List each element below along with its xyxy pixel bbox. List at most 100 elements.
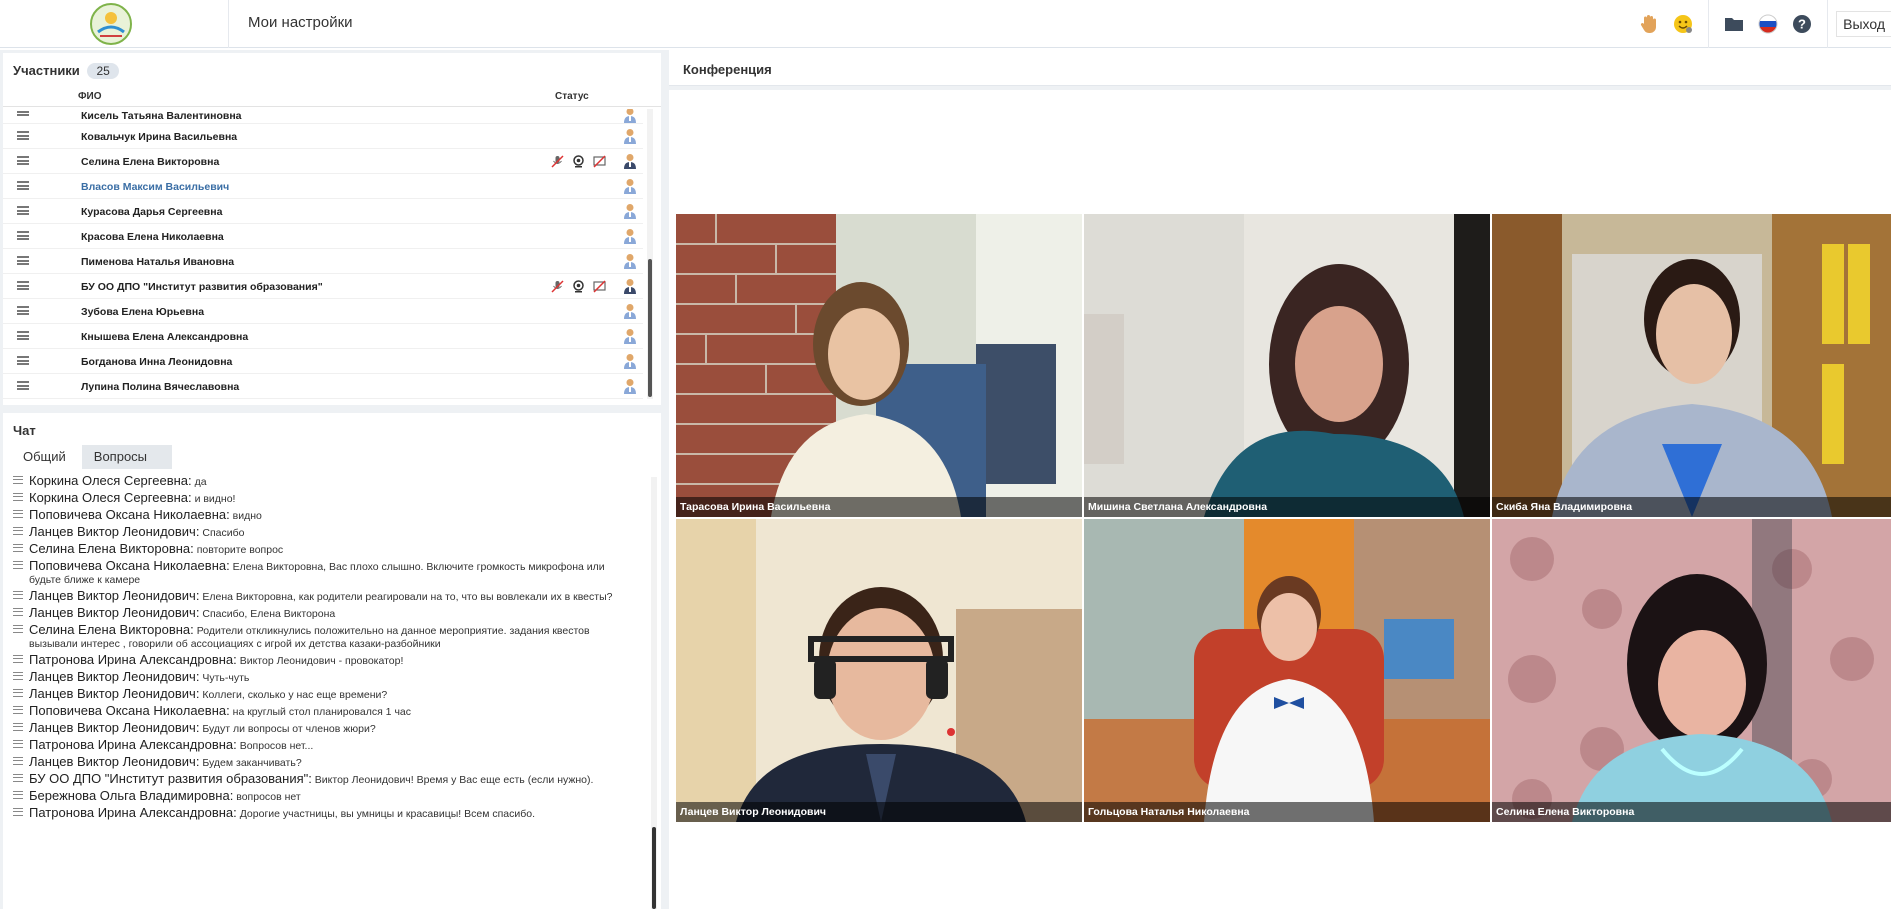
- chat-message: Ланцев Виктор Леонидович: Спасибо: [3, 524, 643, 541]
- message-menu-icon[interactable]: [13, 544, 23, 552]
- participant-row[interactable]: Власов Максим Васильевич: [3, 174, 643, 199]
- message-menu-icon[interactable]: [13, 689, 23, 697]
- video-feed: [1492, 214, 1891, 517]
- message-menu-icon[interactable]: [13, 527, 23, 535]
- participant-name-caption: Мишина Светлана Александровна: [1084, 497, 1490, 517]
- participant-row[interactable]: БУ ОО ДПО "Институт развития образования…: [3, 274, 643, 299]
- column-header-status[interactable]: Статус: [555, 91, 589, 102]
- message-menu-icon[interactable]: [13, 608, 23, 616]
- chat-message: Ланцев Виктор Леонидович: Спасибо, Елена…: [3, 605, 643, 622]
- participant-name: Красова Елена Николаевна: [81, 231, 224, 243]
- mic-muted-icon[interactable]: [551, 280, 564, 293]
- language-flag-icon[interactable]: [1757, 13, 1779, 35]
- tab-general[interactable]: Общий: [11, 445, 78, 469]
- chat-message: БУ ОО ДПО "Институт развития образования…: [3, 771, 643, 788]
- user-avatar-icon: [623, 303, 637, 319]
- participant-row[interactable]: Ковальчук Ирина Васильевна: [3, 124, 643, 149]
- mic-muted-icon[interactable]: [551, 155, 564, 168]
- message-menu-icon[interactable]: [13, 740, 23, 748]
- message-menu-icon[interactable]: [13, 706, 23, 714]
- message-menu-icon[interactable]: [13, 774, 23, 782]
- participant-row[interactable]: Пименова Наталья Ивановна: [3, 249, 643, 274]
- raise-hand-icon[interactable]: [1638, 13, 1660, 35]
- message-menu-icon[interactable]: [13, 561, 23, 569]
- chat-message: Поповичева Оксана Николаевна: Елена Викт…: [3, 558, 643, 588]
- message-menu-icon[interactable]: [13, 757, 23, 765]
- chat-title: Чат: [13, 423, 36, 438]
- message-text: да: [194, 476, 207, 488]
- message-menu-icon[interactable]: [13, 591, 23, 599]
- message-menu-icon[interactable]: [13, 791, 23, 799]
- drag-handle-icon[interactable]: [17, 206, 29, 215]
- participant-name: Кисель Татьяна Валентиновна: [81, 110, 242, 122]
- conference-title: Конференция: [669, 50, 1891, 86]
- participant-row[interactable]: Зубова Елена Юрьевна: [3, 299, 643, 324]
- message-menu-icon[interactable]: [13, 510, 23, 518]
- message-author: Коркина Олеся Сергеевна:: [29, 490, 192, 505]
- video-tile[interactable]: Гольцова Наталья Николаевна: [1084, 519, 1490, 822]
- drag-handle-icon[interactable]: [17, 156, 29, 165]
- participant-row[interactable]: Селина Елена Викторовна: [3, 149, 643, 174]
- video-tile[interactable]: Скиба Яна Владимировна: [1492, 214, 1891, 517]
- logo[interactable]: [86, 0, 136, 48]
- message-author: Селина Елена Викторовна:: [29, 622, 194, 637]
- participant-row[interactable]: Богданова Инна Леонидовна: [3, 349, 643, 374]
- conference-panel: Конференция Тарасова Ирина Васильевна Ми…: [666, 50, 1891, 909]
- participants-table-header: ФИО Статус: [3, 87, 661, 107]
- chat-scrollbar[interactable]: [651, 477, 657, 909]
- column-header-fio[interactable]: ФИО: [78, 91, 102, 102]
- video-tile[interactable]: Ланцев Виктор Леонидович: [676, 519, 1082, 822]
- user-avatar-icon: [623, 109, 637, 123]
- participant-name-caption: Гольцова Наталья Николаевна: [1084, 802, 1490, 822]
- emoji-icon[interactable]: [1672, 13, 1694, 35]
- drag-handle-icon[interactable]: [17, 231, 29, 240]
- message-menu-icon[interactable]: [13, 476, 23, 484]
- participant-name-caption: Тарасова Ирина Васильевна: [676, 497, 1082, 517]
- tab-questions[interactable]: Вопросы: [81, 445, 172, 469]
- screen-share-icon[interactable]: [593, 280, 606, 293]
- drag-handle-icon[interactable]: [17, 109, 29, 116]
- message-author: Коркина Олеся Сергеевна:: [29, 473, 192, 488]
- video-tile[interactable]: Селина Елена Викторовна: [1492, 519, 1891, 822]
- drag-handle-icon[interactable]: [17, 306, 29, 315]
- scrollbar-thumb[interactable]: [648, 259, 652, 397]
- video-tile[interactable]: Мишина Светлана Александровна: [1084, 214, 1490, 517]
- video-feed: [676, 214, 1082, 517]
- message-author: Поповичева Оксана Николаевна:: [29, 558, 230, 573]
- drag-handle-icon[interactable]: [17, 356, 29, 365]
- message-text: Виктор Леонидович - провокатор!: [239, 655, 404, 667]
- drag-handle-icon[interactable]: [17, 281, 29, 290]
- drag-handle-icon[interactable]: [17, 256, 29, 265]
- help-icon[interactable]: ?: [1791, 13, 1813, 35]
- message-menu-icon[interactable]: [13, 625, 23, 633]
- webcam-icon[interactable]: [572, 280, 585, 293]
- drag-handle-icon[interactable]: [17, 181, 29, 190]
- participant-row[interactable]: Лупина Полина Вячеславовна: [3, 374, 643, 399]
- webcam-icon[interactable]: [572, 155, 585, 168]
- user-avatar-icon: [623, 153, 637, 169]
- message-menu-icon[interactable]: [13, 808, 23, 816]
- participant-row[interactable]: Курасова Дарья Сергеевна: [3, 199, 643, 224]
- video-tile[interactable]: Тарасова Ирина Васильевна: [676, 214, 1082, 517]
- drag-handle-icon[interactable]: [17, 381, 29, 390]
- drag-handle-icon[interactable]: [17, 331, 29, 340]
- scrollbar-thumb[interactable]: [652, 827, 656, 909]
- message-menu-icon[interactable]: [13, 672, 23, 680]
- participant-row[interactable]: Кисель Татьяна Валентиновна: [3, 109, 643, 124]
- message-menu-icon[interactable]: [13, 723, 23, 731]
- drag-handle-icon[interactable]: [17, 131, 29, 140]
- message-text: Виктор Леонидович! Время у Вас еще есть …: [314, 774, 594, 786]
- my-settings-link[interactable]: Мои настройки: [248, 14, 353, 31]
- participant-row[interactable]: Красова Елена Николаевна: [3, 224, 643, 249]
- participant-row[interactable]: Кнышева Елена Александровна: [3, 324, 643, 349]
- message-author: Ланцев Виктор Леонидович:: [29, 686, 200, 701]
- participants-scrollbar[interactable]: [647, 109, 653, 399]
- user-avatar-icon: [623, 203, 637, 219]
- screen-share-icon[interactable]: [593, 155, 606, 168]
- message-menu-icon[interactable]: [13, 655, 23, 663]
- exit-button[interactable]: Выход: [1836, 11, 1891, 37]
- message-menu-icon[interactable]: [13, 493, 23, 501]
- chat-panel: Чат Общий Вопросы Коркина Олеся Сергеевн…: [3, 413, 661, 909]
- participant-status: [551, 155, 606, 168]
- folder-icon[interactable]: [1723, 13, 1745, 35]
